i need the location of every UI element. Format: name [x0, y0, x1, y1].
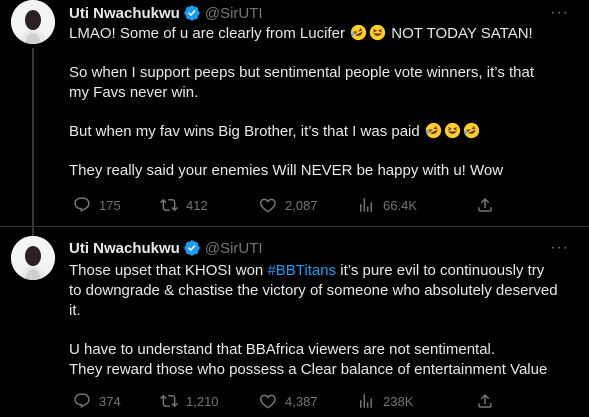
- rofl-emoji-icon: [350, 24, 367, 41]
- retweet-button[interactable]: 1,210: [160, 392, 219, 410]
- tweet-actions: 175 412 2,087 66.4K: [66, 195, 577, 215]
- avatar[interactable]: [11, 236, 55, 280]
- share-button[interactable]: [476, 196, 502, 214]
- views-count: 238K: [383, 393, 414, 409]
- tweet-actions: 374 1,210 4,387 238K: [66, 391, 577, 411]
- handle[interactable]: @SirUTI: [205, 5, 263, 22]
- views-button[interactable]: 238K: [357, 392, 413, 410]
- reply-count: 175: [99, 197, 121, 213]
- tweet-text: Those upset that KHOSI won #BBTitans it’…: [69, 261, 579, 380]
- more-options-icon[interactable]: ···: [550, 4, 569, 22]
- tweet-line-text: it’s pure evil to continuously try: [340, 262, 545, 279]
- views-button[interactable]: 66.4K: [357, 196, 417, 214]
- tweet-line: it.: [69, 302, 81, 319]
- share-icon: [478, 197, 492, 212]
- tweet-line-text: LMAO! Some of u are clearly from Lucifer: [69, 25, 345, 42]
- reply-button[interactable]: 374: [73, 392, 121, 410]
- tweet-line: U have to understand that BBAfrica viewe…: [69, 341, 496, 358]
- tweet-line-text: But when my fav wins Big Brother, it’s t…: [69, 123, 420, 140]
- views-chart-icon: [360, 198, 372, 212]
- grinning-squinting-emoji-icon: [369, 24, 386, 41]
- share-icon: [478, 393, 492, 408]
- verified-badge-icon: [183, 239, 201, 257]
- rofl-emoji-icon: [463, 122, 480, 139]
- verified-badge-icon: [183, 4, 201, 22]
- retweet-count: 412: [186, 197, 208, 213]
- heart-icon: [259, 394, 276, 409]
- tweet-line-text: Those upset that KHOSI won: [69, 262, 264, 279]
- tweet-header: Uti Nwachukwu @SirUTI ···: [69, 238, 581, 258]
- tweet[interactable]: Uti Nwachukwu @SirUTI ··· Those upset th…: [0, 227, 589, 417]
- tweet-line: So when I support peeps but sentimental …: [69, 64, 535, 81]
- tweet-line: my Favs never win.: [69, 84, 199, 101]
- tweet-line: Those upset that KHOSI won #BBTitans it’…: [69, 261, 579, 281]
- tweet-line: LMAO! Some of u are clearly from Lucifer…: [69, 24, 579, 44]
- like-button[interactable]: 4,387: [259, 392, 318, 410]
- tweet-line-text: NOT TODAY SATAN!: [391, 25, 533, 42]
- retweet-button[interactable]: 412: [160, 196, 208, 214]
- like-count: 4,387: [285, 393, 318, 409]
- like-count: 2,087: [285, 197, 318, 213]
- reply-button[interactable]: 175: [73, 196, 121, 214]
- retweet-icon: [160, 394, 178, 408]
- rofl-emoji-icon: [425, 122, 442, 139]
- tweet[interactable]: Uti Nwachukwu @SirUTI ··· LMAO! Some of …: [0, 0, 589, 238]
- grinning-squinting-emoji-icon: [444, 122, 461, 139]
- heart-icon: [259, 198, 276, 213]
- tweet-line: But when my fav wins Big Brother, it’s t…: [69, 122, 579, 142]
- views-chart-icon: [360, 394, 372, 408]
- share-button[interactable]: [476, 392, 502, 410]
- retweet-icon: [160, 198, 178, 212]
- display-name[interactable]: Uti Nwachukwu: [69, 5, 180, 22]
- thread-line: [32, 48, 34, 238]
- tweet-text: LMAO! Some of u are clearly from Lucifer…: [69, 24, 579, 181]
- views-count: 66.4K: [383, 197, 417, 213]
- tweet-header: Uti Nwachukwu @SirUTI ···: [69, 3, 581, 23]
- hashtag-link[interactable]: #BBTitans: [267, 262, 336, 279]
- avatar[interactable]: [11, 0, 55, 44]
- more-options-icon[interactable]: ···: [550, 239, 569, 257]
- display-name[interactable]: Uti Nwachukwu: [69, 240, 180, 257]
- reply-count: 374: [99, 393, 121, 409]
- reply-icon: [74, 197, 90, 213]
- handle[interactable]: @SirUTI: [205, 240, 263, 257]
- like-button[interactable]: 2,087: [259, 196, 318, 214]
- tweet-line: They really said your enemies Will NEVER…: [69, 162, 504, 179]
- tweet-line: to downgrade & chastise the victory of s…: [69, 282, 558, 299]
- retweet-count: 1,210: [186, 393, 219, 409]
- tweet-line: They reward those who possess a Clear ba…: [69, 361, 548, 378]
- reply-icon: [74, 393, 90, 409]
